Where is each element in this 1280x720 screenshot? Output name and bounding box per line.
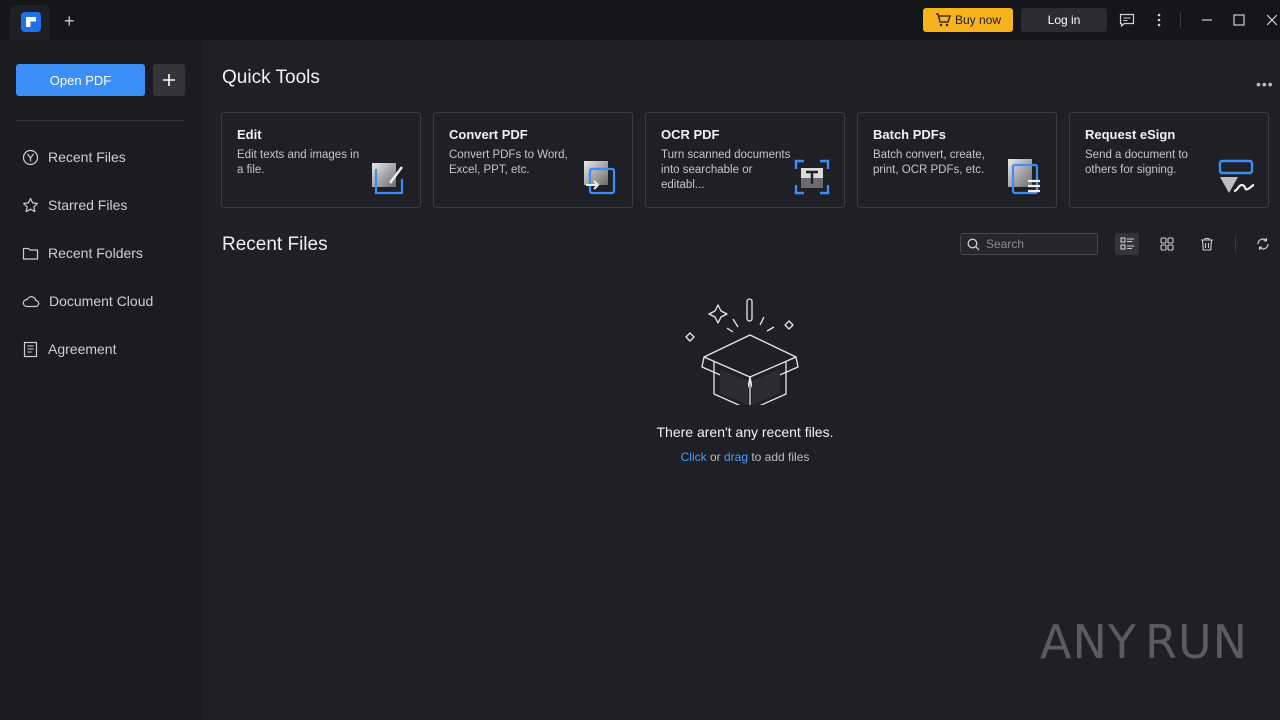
more-menu-icon[interactable] [1149, 10, 1169, 30]
login-label: Log in [1047, 13, 1081, 27]
tool-title: Batch PDFs [873, 127, 946, 142]
tool-title: Edit [237, 127, 262, 142]
esign-icon [1218, 159, 1255, 193]
batch-icon [1008, 159, 1040, 195]
title-bar: + Buy now Log in [0, 0, 1280, 40]
quick-tools-title: Quick Tools [222, 67, 320, 88]
recent-icon [22, 149, 39, 165]
trash-icon [1201, 237, 1213, 251]
watermark-right: RUN [1144, 615, 1249, 669]
sidebar-item-label: Recent Folders [48, 245, 143, 261]
sidebar-item-agreement[interactable]: Agreement [22, 337, 192, 361]
search-placeholder: Search [986, 237, 1025, 251]
sidebar-item-label: Starred Files [48, 197, 128, 213]
buy-now-label: Buy now [954, 13, 1002, 27]
grid-view-icon [1160, 237, 1174, 251]
new-tab-button[interactable]: + [64, 11, 75, 31]
tool-description: Send a document to others for signing. [1085, 149, 1188, 176]
edit-icon [372, 163, 404, 195]
sidebar-item-label: Agreement [48, 341, 117, 357]
recent-files-title: Recent Files [222, 234, 328, 255]
feedback-icon[interactable] [1117, 10, 1137, 30]
tool-title: Request eSign [1085, 127, 1176, 142]
list-view-icon [1119, 237, 1134, 250]
sidebar: Open PDF Recent Files Starred Files Rece… [0, 40, 202, 720]
app-logo-icon [21, 12, 41, 32]
folder-icon [22, 247, 39, 260]
empty-box-illustration [685, 298, 799, 405]
tool-card-convert-pdf[interactable]: Convert PDF Convert PDFs to Word, Excel,… [433, 112, 633, 208]
open-pdf-label: Open PDF [49, 72, 112, 88]
quick-tools-more-icon[interactable]: ••• [1256, 76, 1274, 92]
search-input[interactable]: Search [960, 233, 1098, 255]
empty-state-hint: Click or drag to add files [642, 450, 848, 464]
tool-card-ocr-pdf[interactable]: OCR PDF Turn scanned documents into sear… [645, 112, 845, 208]
create-new-button[interactable] [153, 64, 185, 96]
empty-state-title: There aren't any recent files. [656, 424, 834, 440]
anyrun-watermark: ANY RUN [1040, 610, 1247, 674]
tool-card-edit[interactable]: Edit Edit texts and images in a file. [221, 112, 421, 208]
watermark-left: ANY [1040, 615, 1137, 669]
tool-description: Edit texts and images in a file. [237, 149, 360, 176]
open-pdf-button[interactable]: Open PDF [16, 64, 145, 96]
cloud-icon [22, 295, 40, 307]
search-icon [967, 238, 980, 250]
titlebar-divider [1180, 12, 1181, 28]
ocr-icon [794, 159, 830, 195]
sidebar-item-label: Recent Files [48, 149, 126, 165]
tool-description: Convert PDFs to Word, Excel, PPT, etc. [449, 149, 568, 176]
cart-icon [935, 13, 951, 27]
tool-title: Convert PDF [449, 127, 528, 142]
close-icon[interactable] [1262, 10, 1280, 30]
tool-description: Batch convert, create, print, OCR PDFs, … [873, 149, 985, 176]
drag-link[interactable]: drag [724, 450, 748, 464]
toolbar-divider [1235, 236, 1236, 252]
hint-or: or [706, 450, 724, 464]
tool-description: Turn scanned documents into searchable o… [661, 149, 791, 191]
minimize-icon[interactable] [1197, 10, 1217, 30]
hint-tail: to add files [748, 450, 810, 464]
grid-view-button[interactable] [1155, 233, 1179, 255]
click-link[interactable]: Click [681, 450, 707, 464]
list-view-button[interactable] [1115, 233, 1139, 255]
refresh-button[interactable] [1251, 233, 1275, 255]
sidebar-item-document-cloud[interactable]: Document Cloud [22, 289, 192, 313]
star-icon [23, 197, 38, 212]
convert-icon [584, 161, 616, 195]
tool-card-batch-pdfs[interactable]: Batch PDFs Batch convert, create, print,… [857, 112, 1057, 208]
refresh-icon [1257, 238, 1269, 250]
sidebar-divider [16, 120, 184, 121]
plus-icon [163, 74, 175, 86]
maximize-icon[interactable] [1229, 10, 1249, 30]
tool-title: OCR PDF [661, 127, 720, 142]
sidebar-item-recent-files[interactable]: Recent Files [22, 145, 192, 169]
tool-card-request-esign[interactable]: Request eSign Send a document to others … [1069, 112, 1269, 208]
sidebar-item-starred-files[interactable]: Starred Files [22, 193, 192, 217]
login-button[interactable]: Log in [1021, 8, 1107, 32]
buy-now-button[interactable]: Buy now [923, 8, 1013, 32]
sidebar-item-recent-folders[interactable]: Recent Folders [22, 241, 192, 265]
agreement-icon [23, 341, 38, 357]
sidebar-item-label: Document Cloud [49, 293, 154, 309]
clear-list-button[interactable] [1195, 233, 1219, 255]
